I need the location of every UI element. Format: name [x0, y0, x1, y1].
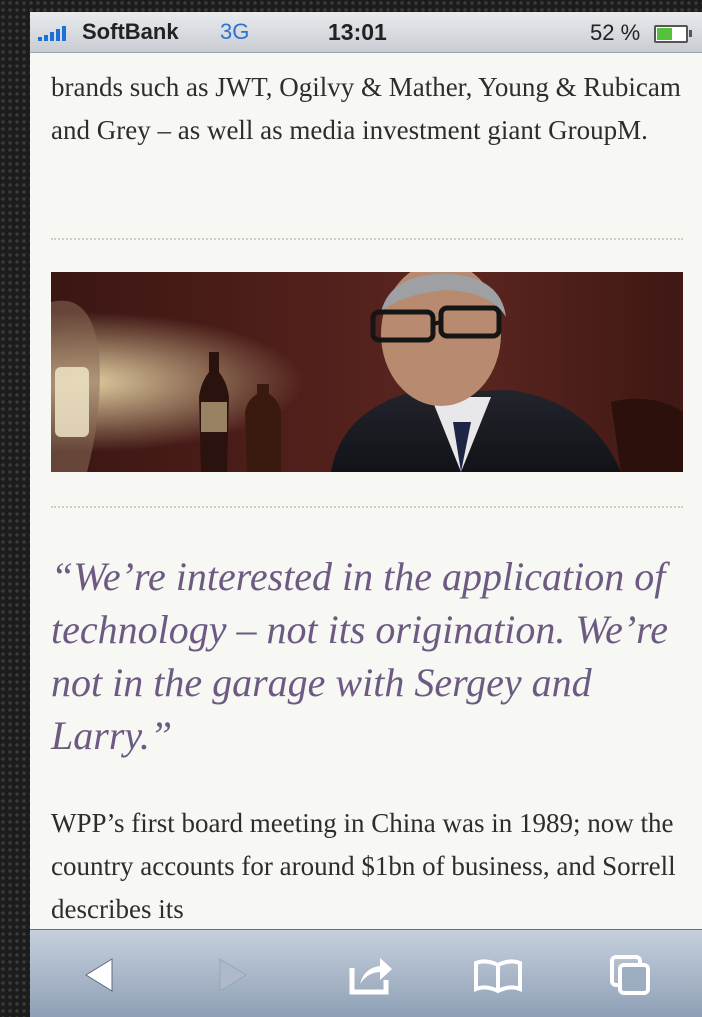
forward-arrow-icon	[219, 958, 247, 992]
back-button[interactable]	[70, 950, 130, 1000]
back-arrow-icon	[85, 958, 113, 992]
browser-toolbar	[30, 929, 702, 1017]
phone-screen: SoftBank 3G 13:01 52 % brands such as JW…	[30, 12, 702, 1017]
share-button[interactable]	[340, 950, 400, 1000]
article-paragraph: WPP’s first board meeting in China was i…	[51, 808, 676, 924]
article-photo	[51, 272, 683, 472]
forward-button[interactable]	[202, 950, 262, 1000]
dotted-divider	[51, 238, 683, 240]
pages-button[interactable]	[600, 950, 660, 1000]
pages-icon	[610, 955, 650, 995]
clock: 13:01	[328, 19, 387, 45]
bookmarks-button[interactable]	[468, 950, 528, 1000]
article-paragraph: brands such as JWT, Ogilvy & Mather, You…	[51, 72, 681, 145]
signal-strength-icon	[38, 26, 66, 41]
battery-percentage: 52 %	[590, 20, 641, 45]
network-type: 3G	[220, 19, 250, 44]
share-icon	[349, 958, 392, 995]
dotted-divider	[51, 506, 683, 508]
carrier-name: SoftBank	[82, 19, 179, 44]
pull-quote: “We’re interested in the application of …	[51, 554, 668, 758]
status-bar: SoftBank 3G 13:01 52 %	[30, 12, 702, 53]
bookmarks-icon	[474, 959, 522, 994]
battery-icon	[654, 25, 692, 43]
